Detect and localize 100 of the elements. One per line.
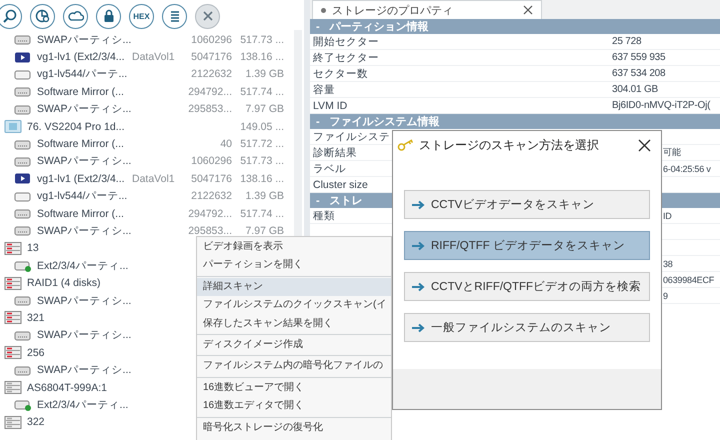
tree-row[interactable]: Software Mirror (... 294792... 517.74 ... xyxy=(0,204,304,222)
arrow-icon xyxy=(411,240,425,250)
tree-row[interactable]: SWAPパーティシ... 295853... 7.97 GB xyxy=(0,222,304,240)
size-value: 517.74 ... xyxy=(239,86,284,98)
sector-count: 295853... xyxy=(187,224,232,237)
size-value: 1.39 GB xyxy=(244,190,284,202)
item-name: SWAPパーティシ... xyxy=(37,224,132,238)
dialog-title: ストレージのスキャン方法を選択 xyxy=(419,136,600,154)
section-title: ストレ xyxy=(330,194,363,208)
menu-item[interactable]: 暗号化ストレージの復号化 xyxy=(197,418,391,437)
drive-icon xyxy=(14,85,32,98)
drive-icon xyxy=(14,364,32,377)
tree-row[interactable]: vg1-lv1 (Ext2/3/4... DataVol1 5047176 138.16 ... xyxy=(0,170,304,188)
tree-row[interactable]: SWAPパーティシ... 295853... 7.97 GB xyxy=(0,100,304,118)
tree-row[interactable]: Software Mirror (... 294792... 517.74 ... xyxy=(0,83,304,101)
item-name: vg1-lv544/パーテ... xyxy=(37,67,128,82)
scan-option-button[interactable]: RIFF/QTFF ビデオデータをスキャン xyxy=(404,231,650,260)
property-value: 9 xyxy=(662,290,669,300)
drive-icon xyxy=(14,224,32,238)
menu-item[interactable]: パーティションを開く xyxy=(197,256,391,275)
item-name: SWAPパーティシ... xyxy=(37,102,132,116)
property-label: 容量 xyxy=(313,84,335,96)
partition-icon xyxy=(14,259,32,272)
tree-row[interactable]: vg1-lv544/パーテ... 2122632 1.39 GB xyxy=(0,66,304,84)
properties-tab[interactable]: ストレージのプロパティ xyxy=(312,0,542,19)
size-value: 7.97 GB xyxy=(244,224,284,237)
drive-icon xyxy=(14,294,32,308)
hex-button[interactable]: HEX xyxy=(129,4,154,28)
collapse-sign: - xyxy=(316,116,320,128)
item-name: 76. VS2204 Pro 1d... xyxy=(27,120,126,133)
drive-icon xyxy=(14,190,32,203)
item-name: Ext2/3/4パーティ... xyxy=(37,398,130,412)
item-name: 256 xyxy=(27,346,46,359)
size-value: 7.97 GB xyxy=(244,103,284,116)
tree-row[interactable]: 76. VS2204 Pro 1d... 149.05 ... xyxy=(0,118,304,136)
menu-item[interactable]: 16進数エディタで開く xyxy=(197,397,391,416)
menu-item[interactable]: 保存したスキャン結果を開く xyxy=(197,314,391,333)
toolbar-button[interactable] xyxy=(96,4,121,28)
search-button[interactable] xyxy=(0,4,22,28)
property-label: 開始セクター xyxy=(313,36,379,48)
menu-item[interactable]: ビデオ録画を表示 xyxy=(197,238,391,256)
property-value: 0639984ECF xyxy=(662,274,716,284)
menu-item[interactable]: 詳細スキャン xyxy=(197,278,391,296)
size-value: 517.72 ... xyxy=(239,138,284,150)
menu-item[interactable]: ディスクイメージ作成 xyxy=(197,336,391,354)
property-value: 637 534 208 xyxy=(611,68,666,79)
video-volume-icon xyxy=(14,172,32,186)
scan-option-button[interactable]: CCTVビデオデータをスキャン xyxy=(404,190,650,219)
sector-count: 2122632 xyxy=(190,190,232,202)
close-icon[interactable] xyxy=(523,5,533,15)
sector-count: 1060296 xyxy=(190,34,232,46)
item-name: SWAPパーティシ... xyxy=(37,294,132,308)
section-title: パーティション情報 xyxy=(330,20,429,34)
tree-row[interactable]: SWAPパーティシ... 1060296 517.73 ... xyxy=(0,31,304,48)
property-label: 終了セクター xyxy=(313,52,379,64)
property-value: 304.01 GB xyxy=(611,84,660,95)
item-name: Ext2/3/4パーティ... xyxy=(37,258,130,273)
tab-title: ストレージのプロパティ xyxy=(332,4,454,18)
drive-icon xyxy=(14,207,32,220)
drive-icon xyxy=(14,33,32,46)
arrow-icon xyxy=(411,322,425,332)
property-label: 診断結果 xyxy=(313,146,357,158)
tree-row[interactable]: vg1-lv544/パーテ... 2122632 1.39 GB xyxy=(0,188,304,205)
item-name: Software Mirror (... xyxy=(37,208,125,220)
tree-row[interactable]: vg1-lv1 (Ext2/3/4... DataVol1 5047176 138.16 ... xyxy=(0,48,304,66)
property-label: ファイルシステ xyxy=(313,130,390,142)
item-name: SWAPパーティシ... xyxy=(37,328,132,342)
sector-count: 294792... xyxy=(187,208,232,220)
size-value: 1.39 GB xyxy=(244,68,284,80)
property-value: Bj6ID0-nMVQ-iT2P-Oj( xyxy=(611,100,712,111)
pie-chart-icon xyxy=(34,8,50,24)
sector-count: 5047176 xyxy=(190,172,232,185)
collapse-sign: - xyxy=(316,20,320,32)
collapse-sign: - xyxy=(316,194,320,206)
search-icon xyxy=(2,8,18,24)
property-value: 可能 xyxy=(662,146,682,159)
size-value: 517.73 ... xyxy=(239,34,284,46)
server-icon xyxy=(4,416,22,429)
property-label: セクター数 xyxy=(313,68,368,80)
scan-option-button[interactable]: CCTVとRIFF/QTFFビデオの両方を検索 xyxy=(404,272,650,301)
menu-item[interactable]: 16進数ビューアで開く xyxy=(197,378,391,398)
tree-row[interactable]: SWAPパーティシ... 1060296 517.73 ... xyxy=(0,152,304,170)
drive-icon xyxy=(14,154,32,168)
menu-item[interactable]: ファイルシステム内の暗号化ファイルの xyxy=(197,357,391,376)
drive-icon xyxy=(14,328,32,342)
key-icon xyxy=(397,138,415,152)
property-value: ID xyxy=(662,210,673,220)
close-icon[interactable] xyxy=(638,138,651,152)
menu-item[interactable]: ファイルシステムのクイックスキャン(イ xyxy=(197,296,391,315)
toolbar-button[interactable] xyxy=(30,4,55,28)
size-value: 138.16 ... xyxy=(239,51,284,64)
item-name: Software Mirror (... xyxy=(37,138,125,150)
tree-row[interactable]: Software Mirror (... 40 517.72 ... xyxy=(0,135,304,153)
raid-icon xyxy=(4,311,22,324)
toolbar-button[interactable] xyxy=(63,4,88,28)
scan-option-button[interactable]: 一般ファイルシステムのスキャン xyxy=(404,313,650,342)
size-value: 138.16 ... xyxy=(239,172,284,185)
item-name: 321 xyxy=(27,312,46,324)
toolbar-button[interactable] xyxy=(162,4,187,28)
item-name: vg1-lv544/パーテ... xyxy=(37,189,128,204)
